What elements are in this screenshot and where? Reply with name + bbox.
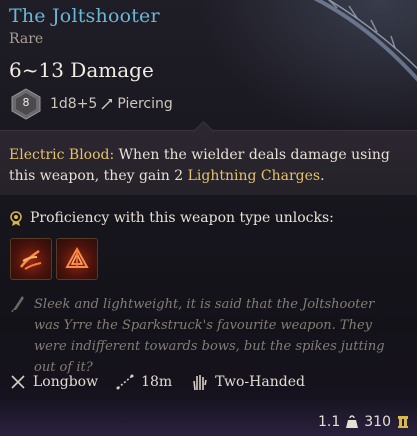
- tooltip-header: The Joltshooter Rare 6~13 Damage: [9, 4, 409, 83]
- panel-notch: [192, 120, 215, 143]
- handedness-prop: Two-Handed: [190, 373, 305, 391]
- hamstring-shot-icon[interactable]: [56, 238, 98, 280]
- ability-name: Electric Blood:: [9, 147, 115, 163]
- item-weight: 1.1: [318, 414, 341, 430]
- ability-panel: Electric Blood: When the wielder deals d…: [0, 120, 417, 195]
- damage-formula: 1d8+5 Piercing: [50, 96, 173, 112]
- damage-type: Piercing: [117, 96, 173, 112]
- quill-icon: [11, 296, 24, 312]
- item-tooltip: The Joltshooter Rare 6~13 Damage 8 1d8+5…: [0, 0, 417, 436]
- ability-text-after: .: [320, 168, 325, 184]
- weapon-properties: Longbow 18m Two-Handed: [10, 373, 323, 391]
- mobile-shot-icon[interactable]: [10, 238, 52, 280]
- lore-section: Sleek and lightweight, it is said that t…: [10, 294, 403, 378]
- item-rarity: Rare: [9, 31, 44, 47]
- item-damage: 6~13 Damage: [9, 58, 154, 82]
- weight-icon: [346, 415, 359, 428]
- die-value: 8: [22, 96, 30, 109]
- range-prop: 18m: [116, 374, 172, 390]
- range-icon: [116, 374, 134, 390]
- d8-die-icon: 8: [10, 88, 42, 120]
- lore-text: Sleek and lightweight, it is said that t…: [34, 297, 385, 375]
- damage-row: 8 1d8+5 Piercing: [10, 88, 173, 120]
- item-name: The Joltshooter: [9, 5, 160, 27]
- proficiency-label: Proficiency with this weapon type unlock…: [30, 210, 334, 226]
- piercing-icon: [101, 99, 113, 110]
- weapon-handedness: Two-Handed: [215, 374, 305, 390]
- crossed-swords-icon: [11, 375, 25, 389]
- damage-dice: 1d8+5: [50, 96, 98, 112]
- ability-description: Electric Blood: When the wielder deals d…: [9, 145, 405, 187]
- proficiency-icon: [10, 211, 22, 226]
- gold-icon: [398, 416, 408, 428]
- weapon-type: Longbow: [33, 374, 99, 390]
- hand-icon: [193, 375, 207, 391]
- lightning-charges-link[interactable]: Lightning Charges: [188, 168, 321, 184]
- weapon-type-prop: Longbow: [10, 374, 98, 390]
- unlocked-actions: [10, 238, 98, 280]
- item-value: 310: [364, 414, 391, 430]
- item-footer: 1.1 310: [318, 414, 409, 430]
- proficiency-row: Proficiency with this weapon type unlock…: [8, 210, 334, 226]
- weapon-range: 18m: [141, 374, 173, 390]
